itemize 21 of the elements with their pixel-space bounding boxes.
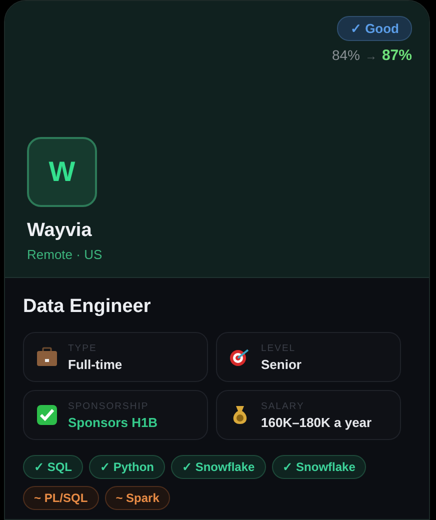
checkbox-icon: [36, 404, 58, 426]
target-icon: [229, 347, 251, 367]
skill-tag: ~ Spark: [104, 486, 170, 510]
detail-value: Senior: [261, 356, 302, 372]
briefcase-icon: [36, 347, 58, 367]
match-badge: ✓ Good: [337, 16, 412, 41]
job-title: Data Engineer: [23, 296, 152, 318]
detail-value: Sponsors H1B: [68, 414, 158, 430]
arrow-text: →: [364, 49, 377, 63]
skill-tag: ✓ SQL: [23, 455, 84, 479]
company-logo: W: [27, 137, 97, 207]
skill-tag: ✓ Snowflake: [171, 455, 266, 479]
skill-tag: ✓ Python: [89, 455, 166, 479]
skill-tag: ~ PL/SQL: [23, 486, 99, 510]
detail-value: 160K–180K a year: [261, 414, 372, 430]
previous-score: 84%: [332, 47, 360, 63]
skill-tag: ✓ Snowflake: [272, 455, 366, 479]
company-name: Wayvia: [27, 220, 93, 242]
detail-value: Full-time: [68, 356, 122, 372]
company-location: Remote · US: [27, 247, 104, 262]
current-score: 87%: [382, 47, 412, 64]
